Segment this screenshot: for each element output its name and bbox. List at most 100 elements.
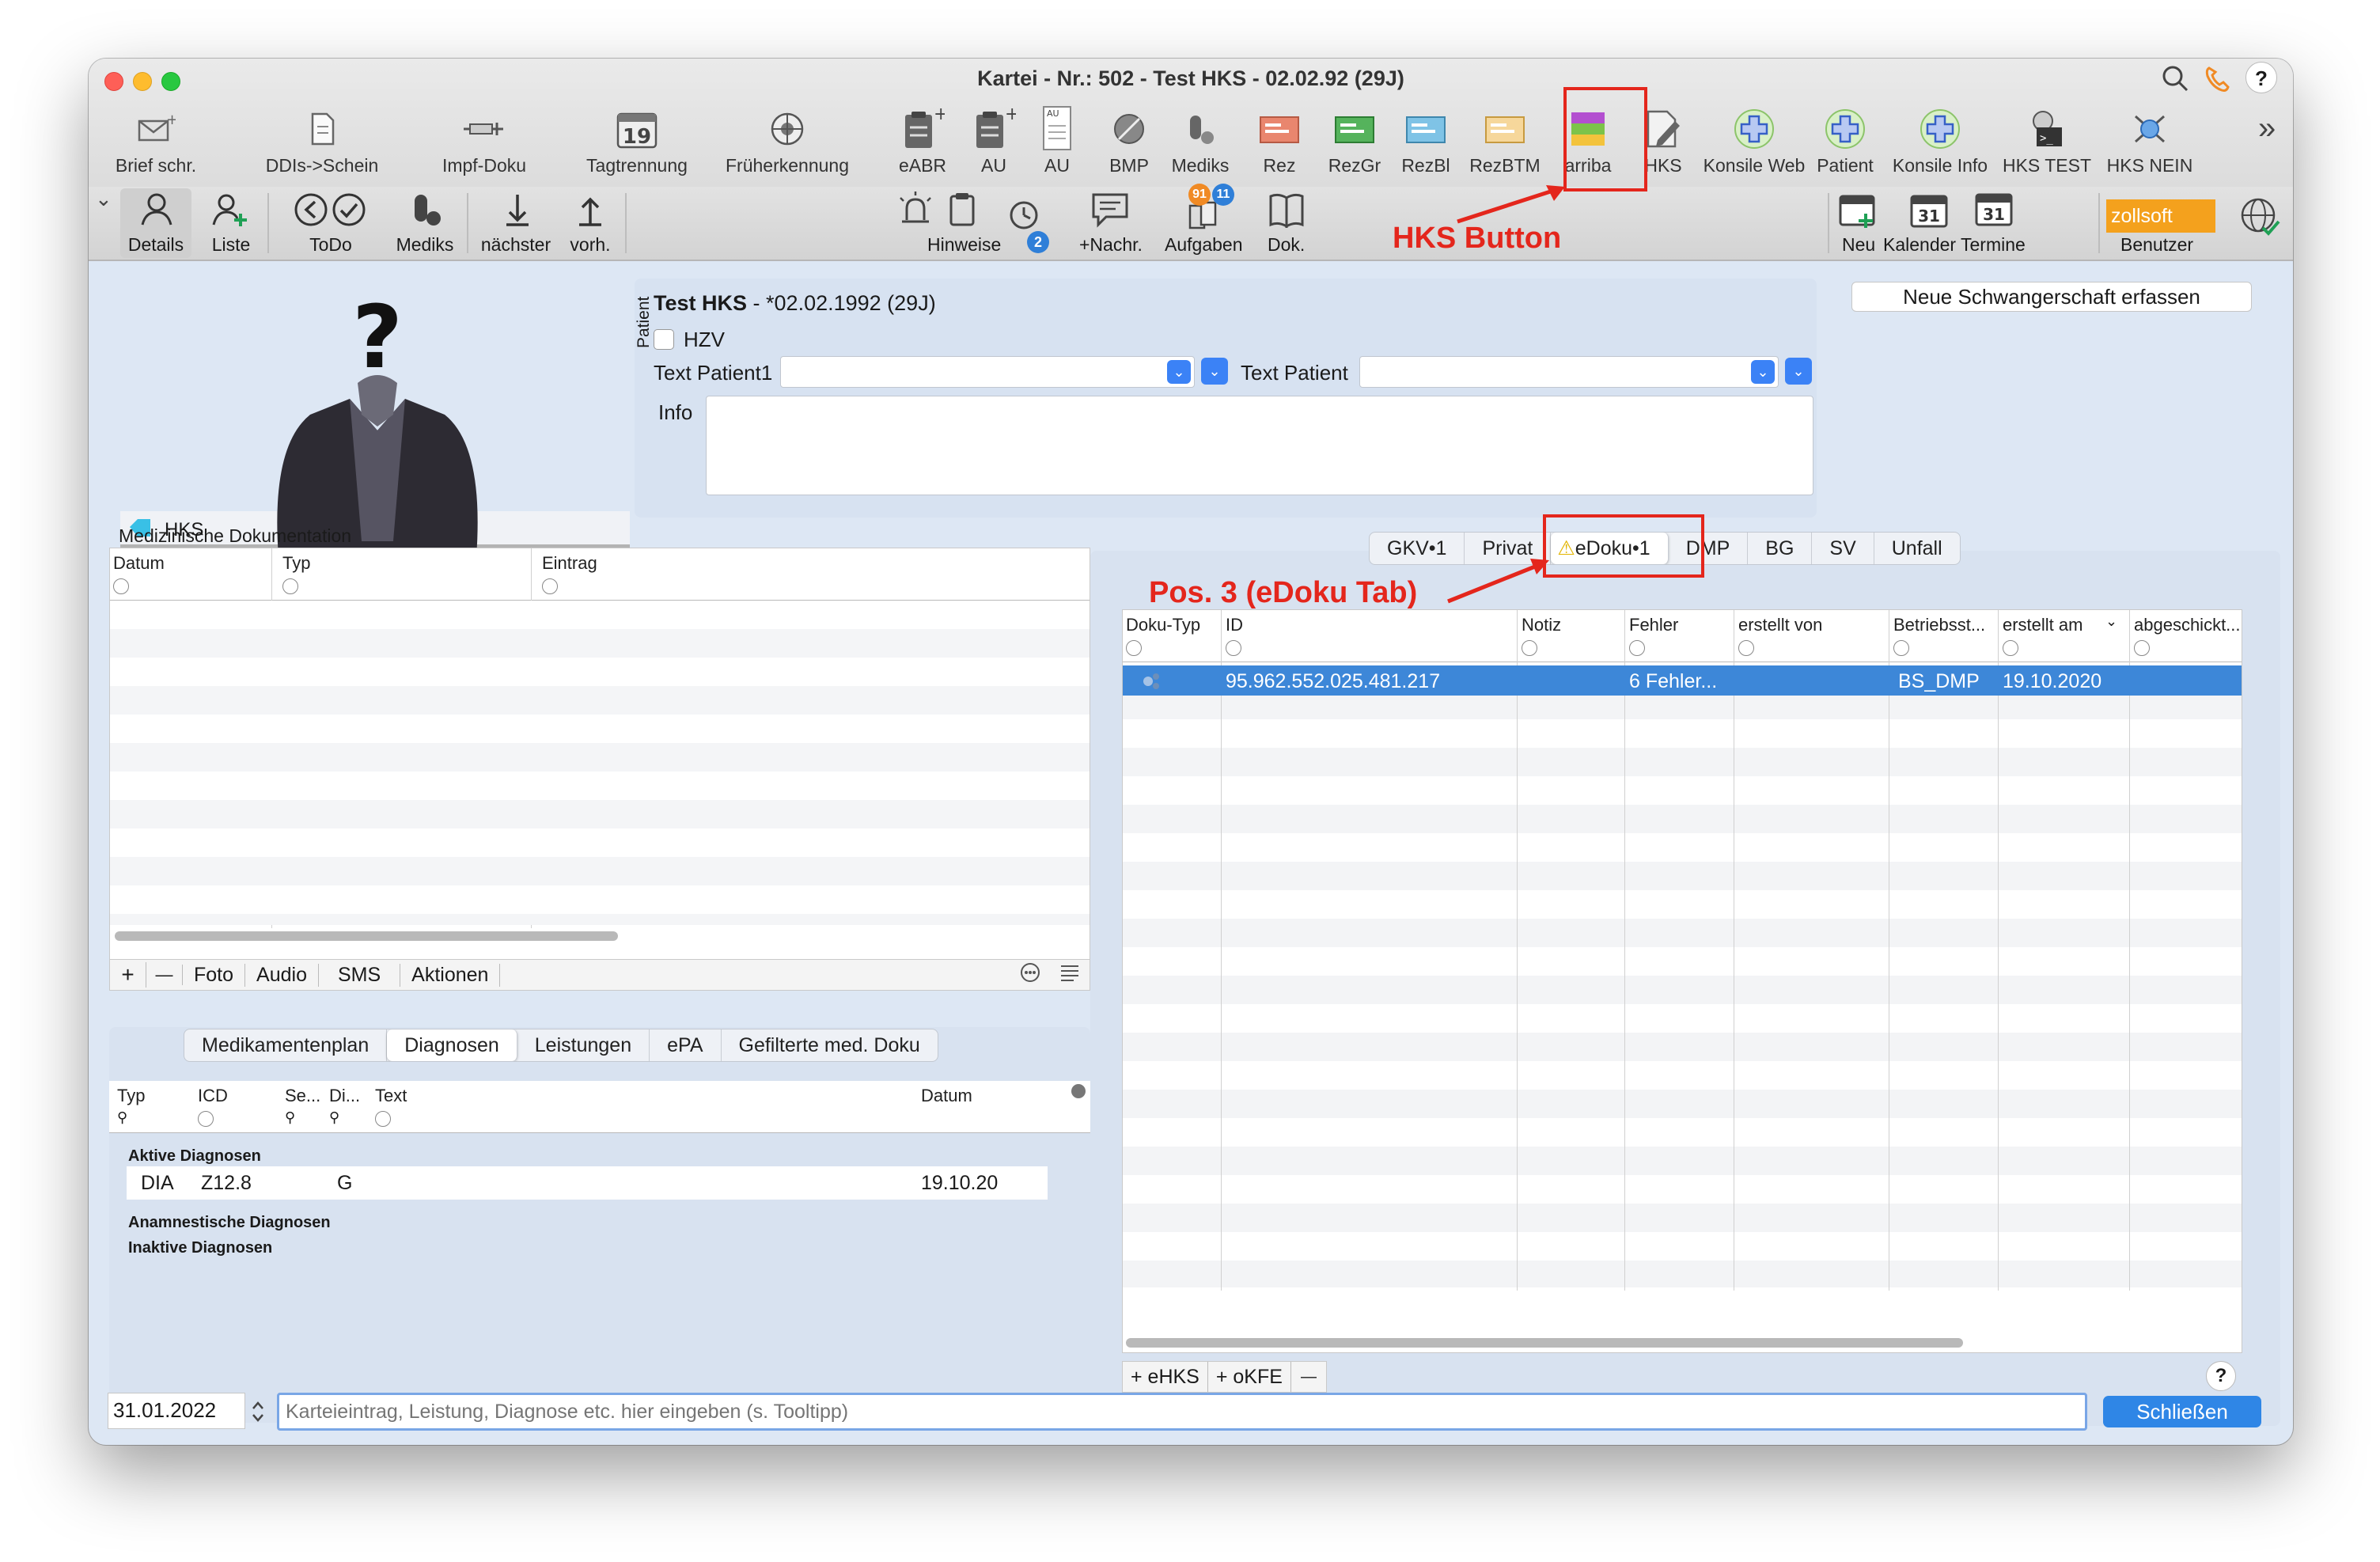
search-icon[interactable]: ⚲ [329,1109,339,1126]
vorh-button[interactable]: vorh. [559,188,622,258]
chevron-down-icon[interactable]: ⌄ [1751,360,1775,384]
tab-sv[interactable]: SV [1812,533,1874,564]
globe-check-icon[interactable] [2239,196,2282,245]
naechster-button[interactable]: nächster [476,188,555,258]
edoku-help-button[interactable]: ? [2206,1361,2236,1391]
diagnose-row[interactable]: DIA Z12.8 G 19.10.20 [127,1166,1048,1200]
col-text[interactable]: Text [375,1086,407,1106]
sort-chevron-icon[interactable]: ⌄ [2105,613,2117,630]
calendar-icon[interactable]: 31 [1973,190,2016,233]
alarm-light-icon[interactable] [896,190,935,232]
info-textarea[interactable] [706,396,1813,495]
filter-radio[interactable] [1738,640,1754,656]
alarm-clock-icon[interactable] [1006,195,1041,237]
edoku-fehler[interactable]: 6 Fehler... [1629,670,1717,693]
filter-radio[interactable] [375,1111,391,1127]
rezbtm-button[interactable]: RezBTM [1457,104,1552,176]
search-icon[interactable] [2160,63,2192,100]
filter-radio[interactable] [282,578,298,594]
dok-label[interactable]: Dok. [1268,234,1305,256]
konsile-web-button[interactable]: Konsile Web [1703,104,1806,176]
add-entry-button[interactable]: + [110,962,146,988]
col-di[interactable]: Di... [329,1086,360,1106]
neue-schwangerschaft-button[interactable]: Neue Schwangerschaft erfassen [1851,282,2252,312]
patient-konsile-button[interactable]: Patient [1806,104,1885,176]
mediks-toggle-button[interactable]: Mediks [389,188,460,258]
search-icon[interactable]: ⚲ [117,1109,127,1126]
ddis-schein-button[interactable]: DDIs->Schein [255,104,389,176]
text-patient1-select[interactable]: ⌄ [780,356,1195,388]
text-patient2-expand-button[interactable]: ⌄ [1785,358,1812,385]
filter-radio[interactable] [2134,640,2150,656]
book-icon[interactable] [1268,191,1307,233]
hks-test-button[interactable]: >_ HKS TEST [1995,104,2098,176]
horizontal-scrollbar[interactable] [1126,1338,1963,1348]
rezgr-button[interactable]: RezGr [1315,104,1394,176]
add-okfe-button[interactable]: + oKFE [1208,1362,1291,1392]
tab-leistungen[interactable]: Leistungen [517,1029,650,1061]
settings-dot-icon[interactable] [1071,1084,1086,1098]
impf-doku-button[interactable]: Impf-Doku [421,104,548,176]
col-eintrag[interactable]: Eintrag [542,553,597,574]
date-stepper[interactable] [247,1396,269,1427]
phone-icon[interactable] [2203,63,2231,100]
filter-radio[interactable] [1226,640,1241,656]
col-se[interactable]: Se... [285,1086,320,1106]
schliessen-button[interactable]: Schließen [2103,1396,2261,1427]
chevron-down-icon[interactable]: ⌄ [1167,360,1191,384]
add-ehks-button[interactable]: + eHKS [1123,1362,1208,1392]
col-erstellt-von[interactable]: erstellt von [1738,615,1822,635]
rez-button[interactable]: Rez [1244,104,1315,176]
hinweise-label[interactable]: Hinweise [927,234,1001,256]
hks-nein-button[interactable]: HKS NEIN [2098,104,2201,176]
col-fehler[interactable]: Fehler [1629,615,1678,635]
eabr-button[interactable]: + eABR [891,104,954,176]
tab-epa[interactable]: ePA [650,1029,722,1061]
neu-button[interactable]: Neu [1842,234,1875,256]
frueherkennung-button[interactable]: Früherkennung [696,104,878,176]
col-icd[interactable]: ICD [198,1086,228,1106]
hzv-checkbox[interactable] [654,329,674,350]
horizontal-scrollbar[interactable] [115,931,618,941]
termine-button[interactable]: Termine [1961,234,2026,256]
col-doku-typ[interactable]: Doku-Typ [1126,615,1200,635]
details-button[interactable]: Details [120,188,191,258]
rezbl-button[interactable]: RezBl [1386,104,1465,176]
edoku-row-selected[interactable]: 95.962.552.025.481.217 6 Fehler... BS_DM… [1123,665,2242,696]
filter-radio[interactable] [1522,640,1537,656]
remove-entry-button[interactable]: — [146,965,183,985]
foto-button[interactable]: Foto [183,963,246,987]
text-lines-icon[interactable] [1050,964,1090,987]
filter-radio[interactable] [1893,640,1909,656]
tab-bg[interactable]: BG [1748,533,1813,564]
kalender-button[interactable]: Kalender [1883,234,1956,256]
calendar-icon[interactable]: 31 [1908,191,1951,235]
text-patient1-expand-button[interactable]: ⌄ [1201,358,1228,385]
more-dots-icon[interactable] [1010,962,1050,988]
more-toolbar-icon[interactable]: » [2258,111,2276,146]
aktionen-button[interactable]: Aktionen [400,963,501,987]
brief-schreiben-button[interactable]: + Brief schr. [97,104,215,176]
mediks-button[interactable]: Mediks [1157,104,1244,176]
clipboard-icon[interactable] [946,190,978,232]
au-form-button[interactable]: AU AU [1025,104,1089,176]
col-abgeschickt[interactable]: abgeschickt... [2134,615,2241,635]
filter-radio[interactable] [1126,640,1142,656]
zollsoft-user-badge[interactable]: zollsoft [2106,199,2215,233]
kartei-entry-input[interactable] [277,1393,2087,1431]
col-typ[interactable]: Typ [117,1086,145,1106]
text-patient2-select[interactable]: ⌄ [1359,356,1779,388]
search-icon[interactable]: ⚲ [285,1109,295,1126]
message-icon[interactable] [1090,191,1130,233]
tab-diagnosen[interactable]: Diagnosen [387,1029,517,1061]
check-circle-icon[interactable] [331,191,367,233]
tab-gefilterte-med-doku[interactable]: Gefilterte med. Doku [722,1029,938,1061]
filter-radio[interactable] [113,578,129,594]
au-button[interactable]: + AU [962,104,1025,176]
calendar-add-icon[interactable] [1837,191,1880,235]
tab-unfall[interactable]: Unfall [1874,533,1960,564]
col-typ[interactable]: Typ [282,553,310,574]
help-icon[interactable]: ? [2245,62,2277,93]
nachricht-button[interactable]: +Nachr. [1079,234,1143,256]
col-datum[interactable]: Datum [921,1086,972,1106]
